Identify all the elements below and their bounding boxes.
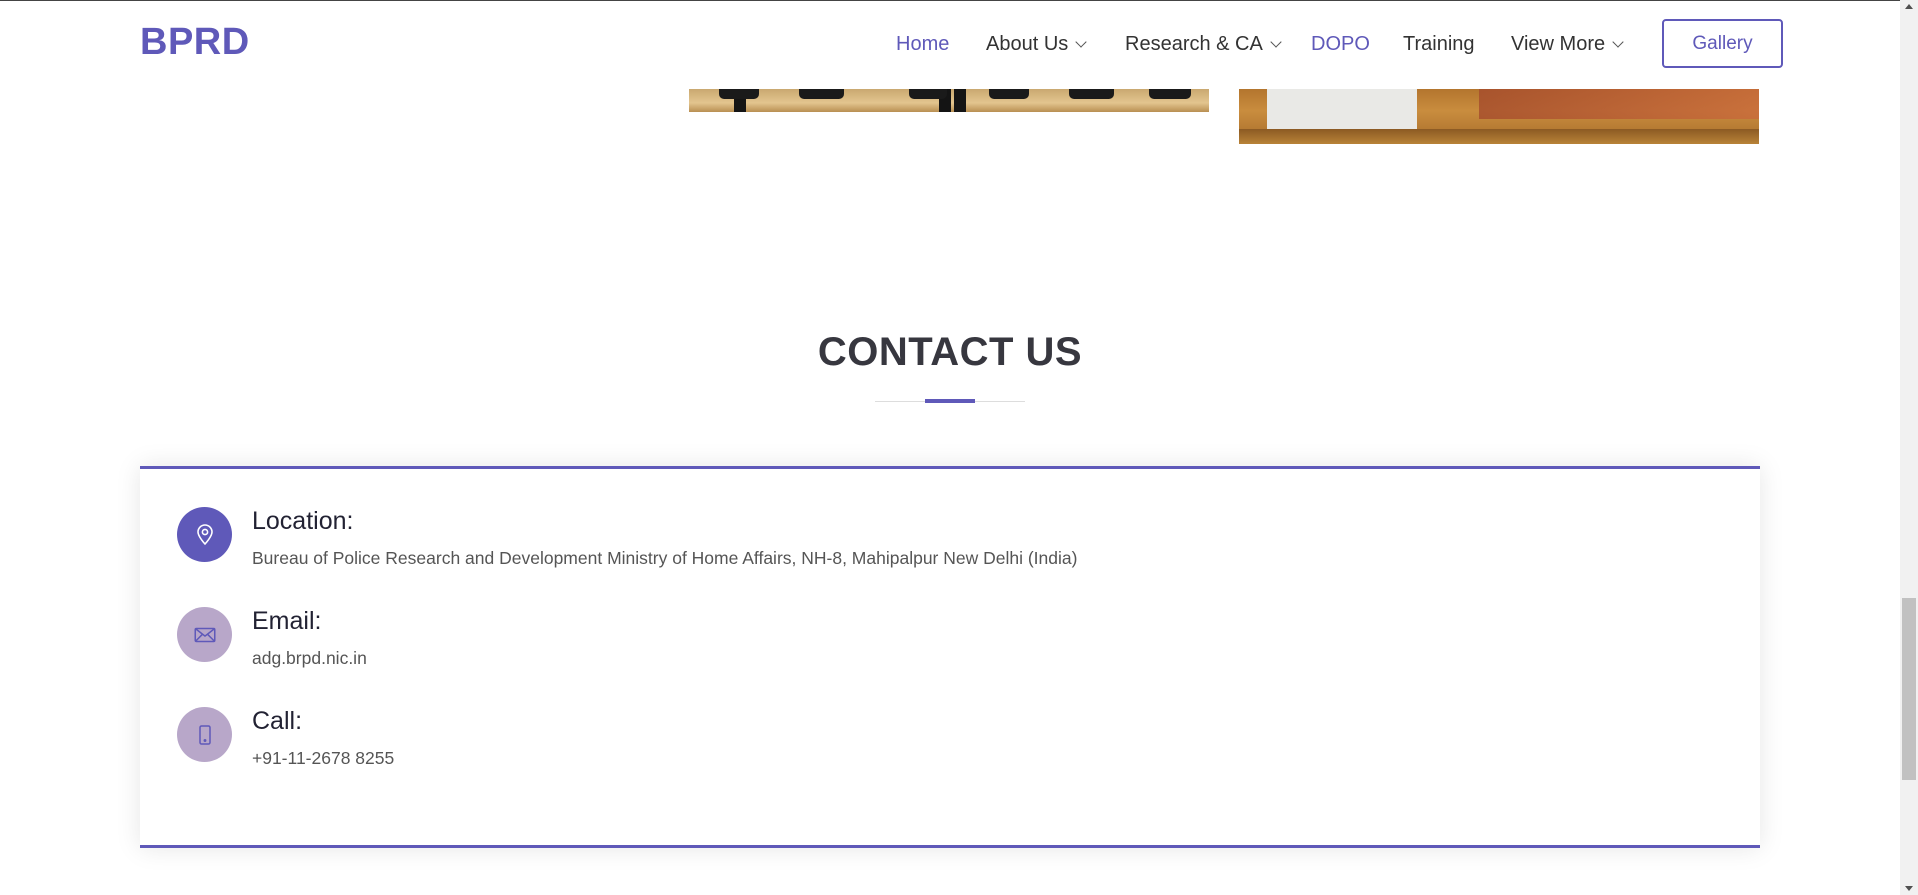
envelope-icon xyxy=(177,607,232,662)
location-text: Bureau of Police Research and Developmen… xyxy=(252,548,1078,568)
chevron-down-icon xyxy=(1612,36,1624,48)
section-title: CONTACT US xyxy=(817,330,1083,374)
nav-research-ca[interactable]: Research & CA xyxy=(1125,33,1282,56)
email-text[interactable]: adg.brpd.nic.in xyxy=(252,648,367,669)
photo-detail xyxy=(1069,89,1114,99)
title-divider-accent xyxy=(925,399,975,403)
nav-training[interactable]: Training xyxy=(1403,33,1475,56)
nav-research-ca-label: Research & CA xyxy=(1125,33,1263,55)
photo-detail xyxy=(799,89,844,99)
photo-detail xyxy=(1239,129,1759,144)
call-title: Call: xyxy=(252,707,303,735)
map-pin-icon xyxy=(177,507,232,562)
chevron-down-icon xyxy=(1270,36,1282,48)
contact-card: Location: Bureau of Police Research and … xyxy=(140,466,1760,848)
mobile-phone-icon xyxy=(177,707,232,762)
chevron-down-icon xyxy=(1075,36,1087,48)
photo-detail xyxy=(989,89,1029,99)
site-header: BPRD Home About Us Research & CA DOPO Tr… xyxy=(0,1,1900,89)
nav-view-more-label: View More xyxy=(1511,33,1606,55)
photo-detail xyxy=(909,89,947,99)
site-logo[interactable]: BPRD xyxy=(140,21,250,64)
call-text[interactable]: +91-11-2678 8255 xyxy=(252,748,394,769)
nav-view-more[interactable]: View More xyxy=(1511,33,1624,56)
photo-detail xyxy=(1479,89,1759,119)
nav-home[interactable]: Home xyxy=(896,33,949,56)
photo-detail xyxy=(1267,89,1417,132)
nav-dopo-label: DOPO xyxy=(1311,33,1370,55)
gallery-photo[interactable] xyxy=(689,89,1209,112)
scrollbar-thumb[interactable] xyxy=(1902,598,1916,780)
scroll-down-arrow-icon[interactable] xyxy=(1905,886,1913,891)
nav-dopo[interactable]: DOPO xyxy=(1311,33,1370,56)
nav-about-us-label: About Us xyxy=(986,33,1069,55)
email-title: Email: xyxy=(252,607,322,635)
nav-about-us[interactable]: About Us xyxy=(986,33,1087,56)
location-title: Location: xyxy=(252,507,354,535)
nav-home-label: Home xyxy=(896,33,950,55)
gallery-photo[interactable] xyxy=(1239,89,1759,144)
scroll-up-arrow-icon[interactable] xyxy=(1905,4,1913,9)
gallery-button[interactable]: Gallery xyxy=(1662,19,1783,68)
nav-training-label: Training xyxy=(1403,33,1475,55)
photo-detail xyxy=(719,89,759,99)
photo-detail xyxy=(954,89,966,112)
photo-detail xyxy=(1149,89,1191,99)
